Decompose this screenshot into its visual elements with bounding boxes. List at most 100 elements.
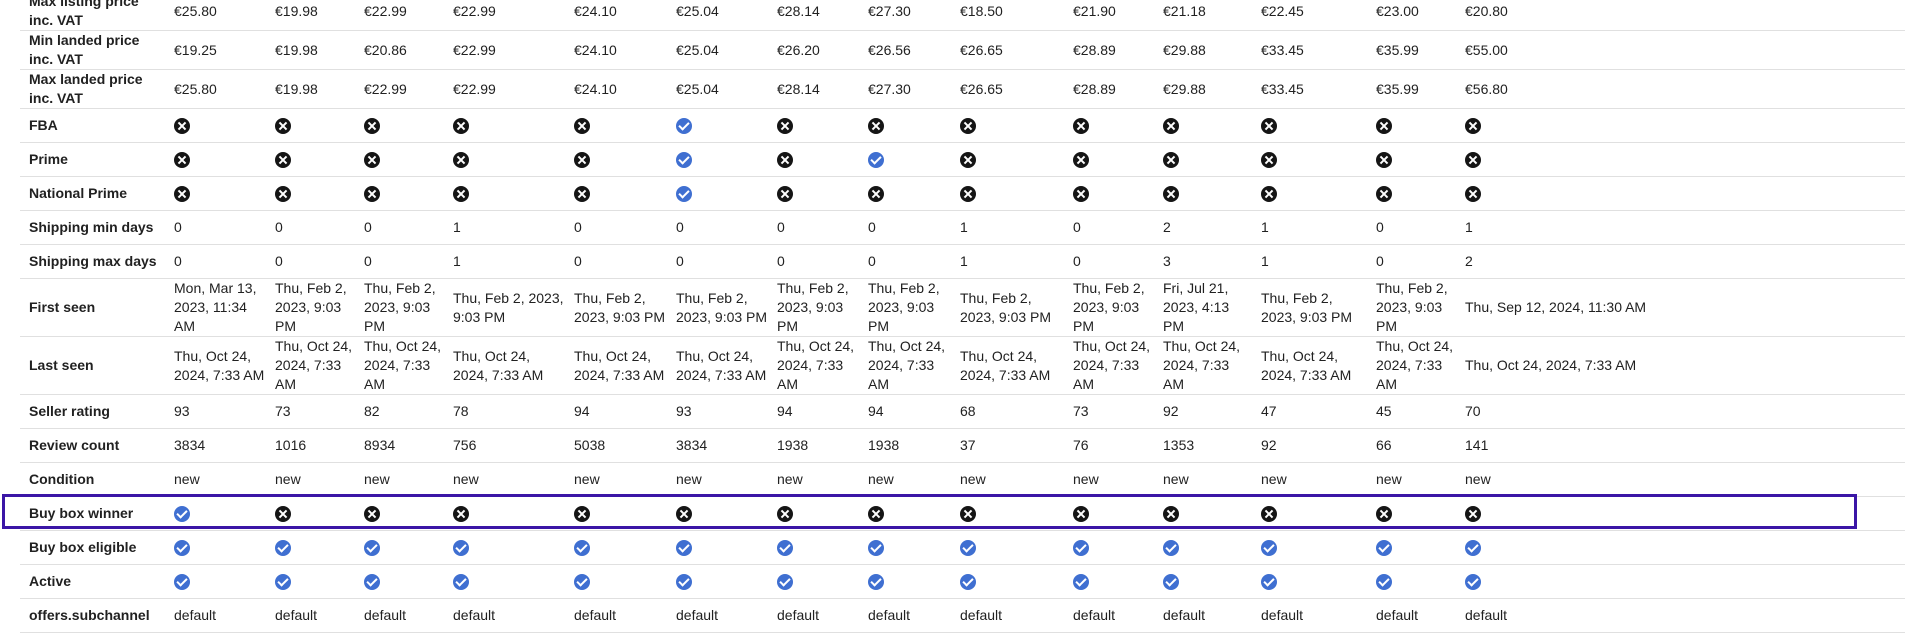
cell-value: €56.80 (1461, 69, 1905, 109)
cell-value: 0 (1069, 210, 1159, 245)
check-icon (275, 540, 291, 557)
row-label: Active (20, 564, 170, 599)
cell (956, 530, 1069, 565)
cell-value: €18.50 (956, 0, 1069, 31)
cell-value: 1 (449, 210, 570, 245)
cell (773, 142, 864, 177)
cell-value: €20.86 (360, 30, 449, 70)
cell (570, 496, 672, 531)
cell-value: 82 (360, 394, 449, 429)
cross-icon (777, 506, 793, 523)
cell (360, 496, 449, 531)
cell (1461, 496, 1905, 531)
row-shipping-min-days: Shipping min days 0 0 0 1 0 0 0 0 1 0 2 1 0 1 (20, 210, 1905, 245)
cell (1257, 142, 1372, 177)
cell-value: default (271, 598, 360, 633)
cell-value: Thu, Feb 2, 2023, 9:03 PM (956, 278, 1069, 337)
cell (449, 142, 570, 177)
row-label: First seen (20, 278, 170, 337)
cell-value: new (956, 462, 1069, 497)
cell-value: Thu, Feb 2, 2023, 9:03 PM (360, 278, 449, 337)
row-label: Seller rating (20, 394, 170, 429)
cell (1257, 176, 1372, 211)
cell-value: €28.89 (1069, 30, 1159, 70)
row-max-listing-price-inc-vat: Max listing price inc. VAT €25.80 €19.98 €2… (20, 0, 1905, 31)
cell-value: €29.88 (1159, 30, 1257, 70)
check-icon (174, 574, 190, 591)
cell-value: €25.04 (672, 69, 773, 109)
cell-value: new (864, 462, 956, 497)
cell-value: Mon, Mar 13, 2023, 11:34 AM (170, 278, 271, 337)
cell-value: Thu, Oct 24, 2024, 7:33 AM (864, 336, 956, 395)
cell (570, 142, 672, 177)
cross-icon (1261, 506, 1277, 523)
cell (1257, 530, 1372, 565)
cell-value: 1 (1257, 210, 1372, 245)
cell-value: €26.20 (773, 30, 864, 70)
cell-value: €26.65 (956, 69, 1069, 109)
check-icon (676, 540, 692, 557)
cell-value: 92 (1257, 428, 1372, 463)
cell (1159, 108, 1257, 143)
cell-value: new (1372, 462, 1461, 497)
cell-value: default (570, 598, 672, 633)
cell (1069, 142, 1159, 177)
cell-value: €55.00 (1461, 30, 1905, 70)
cell-value: Thu, Oct 24, 2024, 7:33 AM (360, 336, 449, 395)
cell-value: new (271, 462, 360, 497)
cell-value: 0 (170, 244, 271, 279)
cell-value: €28.14 (773, 69, 864, 109)
cell-value: €22.99 (360, 0, 449, 31)
row-review-count: Review count 3834 1016 8934 756 5038 3834 1938 1… (20, 428, 1905, 463)
check-icon (960, 540, 976, 557)
cell-value: 0 (170, 210, 271, 245)
cross-icon (574, 152, 590, 169)
row-shipping-max-days: Shipping max days 0 0 0 1 0 0 0 0 1 0 3 1 0 2 (20, 244, 1905, 279)
cell-value: 0 (570, 210, 672, 245)
cell-value: new (1257, 462, 1372, 497)
cell (672, 176, 773, 211)
cell-value: €20.80 (1461, 0, 1905, 31)
check-icon (453, 540, 469, 557)
cell-value: default (170, 598, 271, 633)
cell-value: €26.56 (864, 30, 956, 70)
cell-value: 92 (1159, 394, 1257, 429)
check-icon (1376, 540, 1392, 557)
cell (570, 108, 672, 143)
cross-icon (275, 152, 291, 169)
cell (271, 564, 360, 599)
row-last-seen: Last seen Thu, Oct 24, 2024, 7:33 AM Thu, … (20, 336, 1905, 395)
cell-value: €22.99 (449, 69, 570, 109)
check-icon (574, 540, 590, 557)
cell-value: Thu, Oct 24, 2024, 7:33 AM (1159, 336, 1257, 395)
cell-value: Thu, Oct 24, 2024, 7:33 AM (773, 336, 864, 395)
cell-value: €19.98 (271, 30, 360, 70)
cell-value: default (773, 598, 864, 633)
cell-value: €27.30 (864, 69, 956, 109)
check-icon (777, 540, 793, 557)
cell-value: 47 (1257, 394, 1372, 429)
cell-value: new (360, 462, 449, 497)
cell-value: €27.30 (864, 0, 956, 31)
row-label: Max landed price inc. VAT (20, 69, 170, 109)
cross-icon (1376, 506, 1392, 523)
cell-value: 0 (360, 244, 449, 279)
cross-icon (1163, 118, 1179, 135)
row-label: Buy box winner (20, 496, 170, 531)
row-label: National Prime (20, 176, 170, 211)
cell (1461, 176, 1905, 211)
cell (1257, 496, 1372, 531)
cell (570, 176, 672, 211)
cell-value: 0 (864, 210, 956, 245)
row-label: Condition (20, 462, 170, 497)
cell (170, 496, 271, 531)
cell (864, 530, 956, 565)
cross-icon (777, 118, 793, 135)
check-icon (676, 186, 692, 203)
cell (449, 176, 570, 211)
check-icon (275, 574, 291, 591)
cell (773, 530, 864, 565)
check-icon (174, 540, 190, 557)
cell (956, 108, 1069, 143)
cell-value: €24.10 (570, 30, 672, 70)
